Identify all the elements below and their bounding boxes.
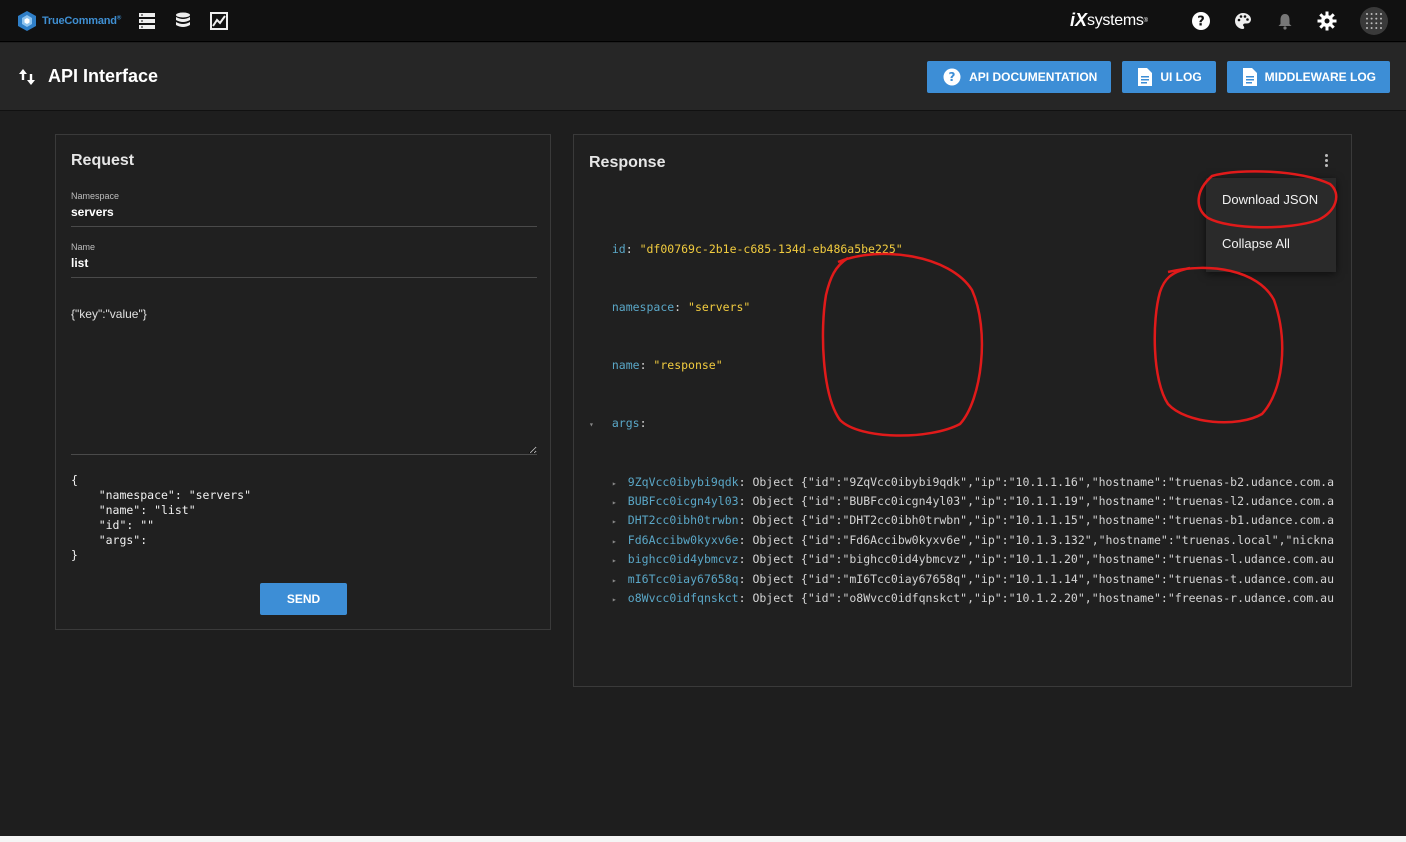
json-row-name: name: "response" [611,358,723,373]
palette-icon[interactable] [1232,10,1254,32]
page-title: API Interface [48,66,159,86]
json-row-args[interactable]: ▾ args: [589,414,1334,433]
collapse-all-menu-item[interactable]: Collapse All [1206,222,1336,266]
document-icon [1138,67,1153,86]
args-key: 9ZqVcc0ibybi9qdk [627,474,739,489]
bell-icon[interactable] [1274,10,1296,32]
swap-vertical-icon [19,68,35,85]
expand-arrow-icon[interactable]: ▸ [612,551,621,569]
ui-log-button[interactable]: UI LOG [1122,60,1216,93]
download-json-menu-item[interactable]: Download JSON [1206,178,1336,222]
gear-icon[interactable] [1316,10,1338,32]
middleware-log-button[interactable]: MIDDLEWARE LOG [1226,60,1390,93]
args-summary: Object {"id":"9ZqVcc0ibybi9qdk","ip":"10… [752,474,1334,489]
preview-line: "args": [71,533,148,547]
args-textarea[interactable] [71,307,537,454]
ixsystems-logo: iX systems ® [1069,10,1148,30]
namespace-field[interactable]: Namespace [71,191,537,227]
name-field[interactable]: Name [71,242,537,278]
servers-icon[interactable] [137,11,157,31]
request-preview: { "namespace": "servers" "name": "list" … [71,473,251,563]
response-options-menu: Download JSON Collapse All [1206,178,1336,272]
preview-line: "namespace": "servers" [71,488,252,502]
request-title: Request [71,152,135,169]
chart-icon[interactable] [209,11,229,31]
apps-grid-icon[interactable] [1360,6,1388,35]
args-key: DHT2cc0ibh0trwbn [627,513,739,528]
ui-log-label: UI LOG [1160,69,1202,84]
expand-arrow-icon[interactable]: ▸ [612,493,621,511]
json-args-row[interactable]: ▸ mI6Tcc0iay67658q: Object {"id":"mI6Tcc… [589,570,1334,589]
more-options-icon[interactable] [1319,151,1333,169]
request-card: Request Namespace Name { "namespace": "s… [55,134,551,630]
json-args-row[interactable]: ▸ DHT2cc0ibh0trwbn: Object {"id":"DHT2cc… [589,511,1334,530]
send-button[interactable]: SEND [260,583,347,615]
top-bar: TrueCommand® iX systems ® ? [0,0,1406,42]
response-title: Response [589,154,666,171]
args-summary: Object {"id":"DHT2cc0ibh0trwbn","ip":"10… [752,513,1334,528]
api-documentation-button[interactable]: ? API DOCUMENTATION [927,60,1112,93]
expand-arrow-icon[interactable]: ▸ [612,512,621,530]
document-icon [1242,67,1257,86]
json-args-row[interactable]: ▸ BUBFcc0icgn4yl03: Object {"id":"BUBFcc… [589,492,1334,511]
preview-line: "id": "" [71,518,155,532]
json-args-row[interactable]: ▸ 9ZqVcc0ibybi9qdk: Object {"id":"9ZqVcc… [589,473,1334,492]
namespace-label: Namespace [71,191,120,201]
expand-arrow-icon[interactable]: ▸ [612,474,621,492]
page-header: API Interface ? API DOCUMENTATION UI LOG… [0,43,1406,111]
api-documentation-label: API DOCUMENTATION [969,69,1098,84]
args-summary: Object {"id":"o8Wvcc0idfqnskct","ip":"10… [752,590,1334,605]
json-args-row[interactable]: ▸ Fd6Accibw0kyxv6e: Object {"id":"Fd6Acc… [589,531,1334,550]
expand-arrow-icon[interactable]: ▾ [589,415,598,433]
svg-text:?: ? [1197,14,1205,29]
args-key: Fd6Accibw0kyxv6e [627,532,739,547]
namespace-input[interactable] [71,205,537,223]
preview-line: "name": "list" [71,503,196,517]
help-circle-icon: ? [943,68,961,85]
svg-text:?: ? [949,70,956,84]
args-summary: Object {"id":"bighcc0id4ybmcvz","ip":"10… [752,552,1334,567]
json-row-namespace: namespace: "servers" [611,300,751,315]
json-args-row[interactable]: ▸ bighcc0id4ybmcvz: Object {"id":"bighcc… [589,550,1334,569]
json-args-row[interactable]: ▸ o8Wvcc0idfqnskct: Object {"id":"o8Wvcc… [589,589,1334,608]
bottom-strip [0,836,1406,842]
args-key: BUBFcc0icgn4yl03 [627,494,739,509]
expand-arrow-icon[interactable]: ▸ [612,590,621,608]
preview-line: { [71,473,78,487]
args-textarea-wrap [71,307,537,455]
name-label: Name [71,242,96,252]
args-summary: Object {"id":"Fd6Accibw0kyxv6e","ip":"10… [752,532,1334,547]
logo-text: TrueCommand® [42,14,122,27]
truecommand-logo-icon [18,10,36,31]
args-key: o8Wvcc0idfqnskct [627,590,739,605]
truecommand-logo[interactable]: TrueCommand® [16,10,121,32]
args-summary: Object {"id":"BUBFcc0icgn4yl03","ip":"10… [752,494,1334,509]
help-icon[interactable]: ? [1190,10,1212,32]
preview-line: } [71,548,78,562]
expand-arrow-icon[interactable]: ▸ [612,571,621,589]
args-key: bighcc0id4ybmcvz [627,552,739,567]
args-summary: Object {"id":"mI6Tcc0iay67658q","ip":"10… [752,571,1334,586]
middleware-log-label: MIDDLEWARE LOG [1264,69,1376,84]
database-icon[interactable] [173,11,193,31]
args-key: mI6Tcc0iay67658q [627,571,739,586]
expand-arrow-icon[interactable]: ▸ [612,532,621,550]
name-input[interactable] [71,256,537,274]
